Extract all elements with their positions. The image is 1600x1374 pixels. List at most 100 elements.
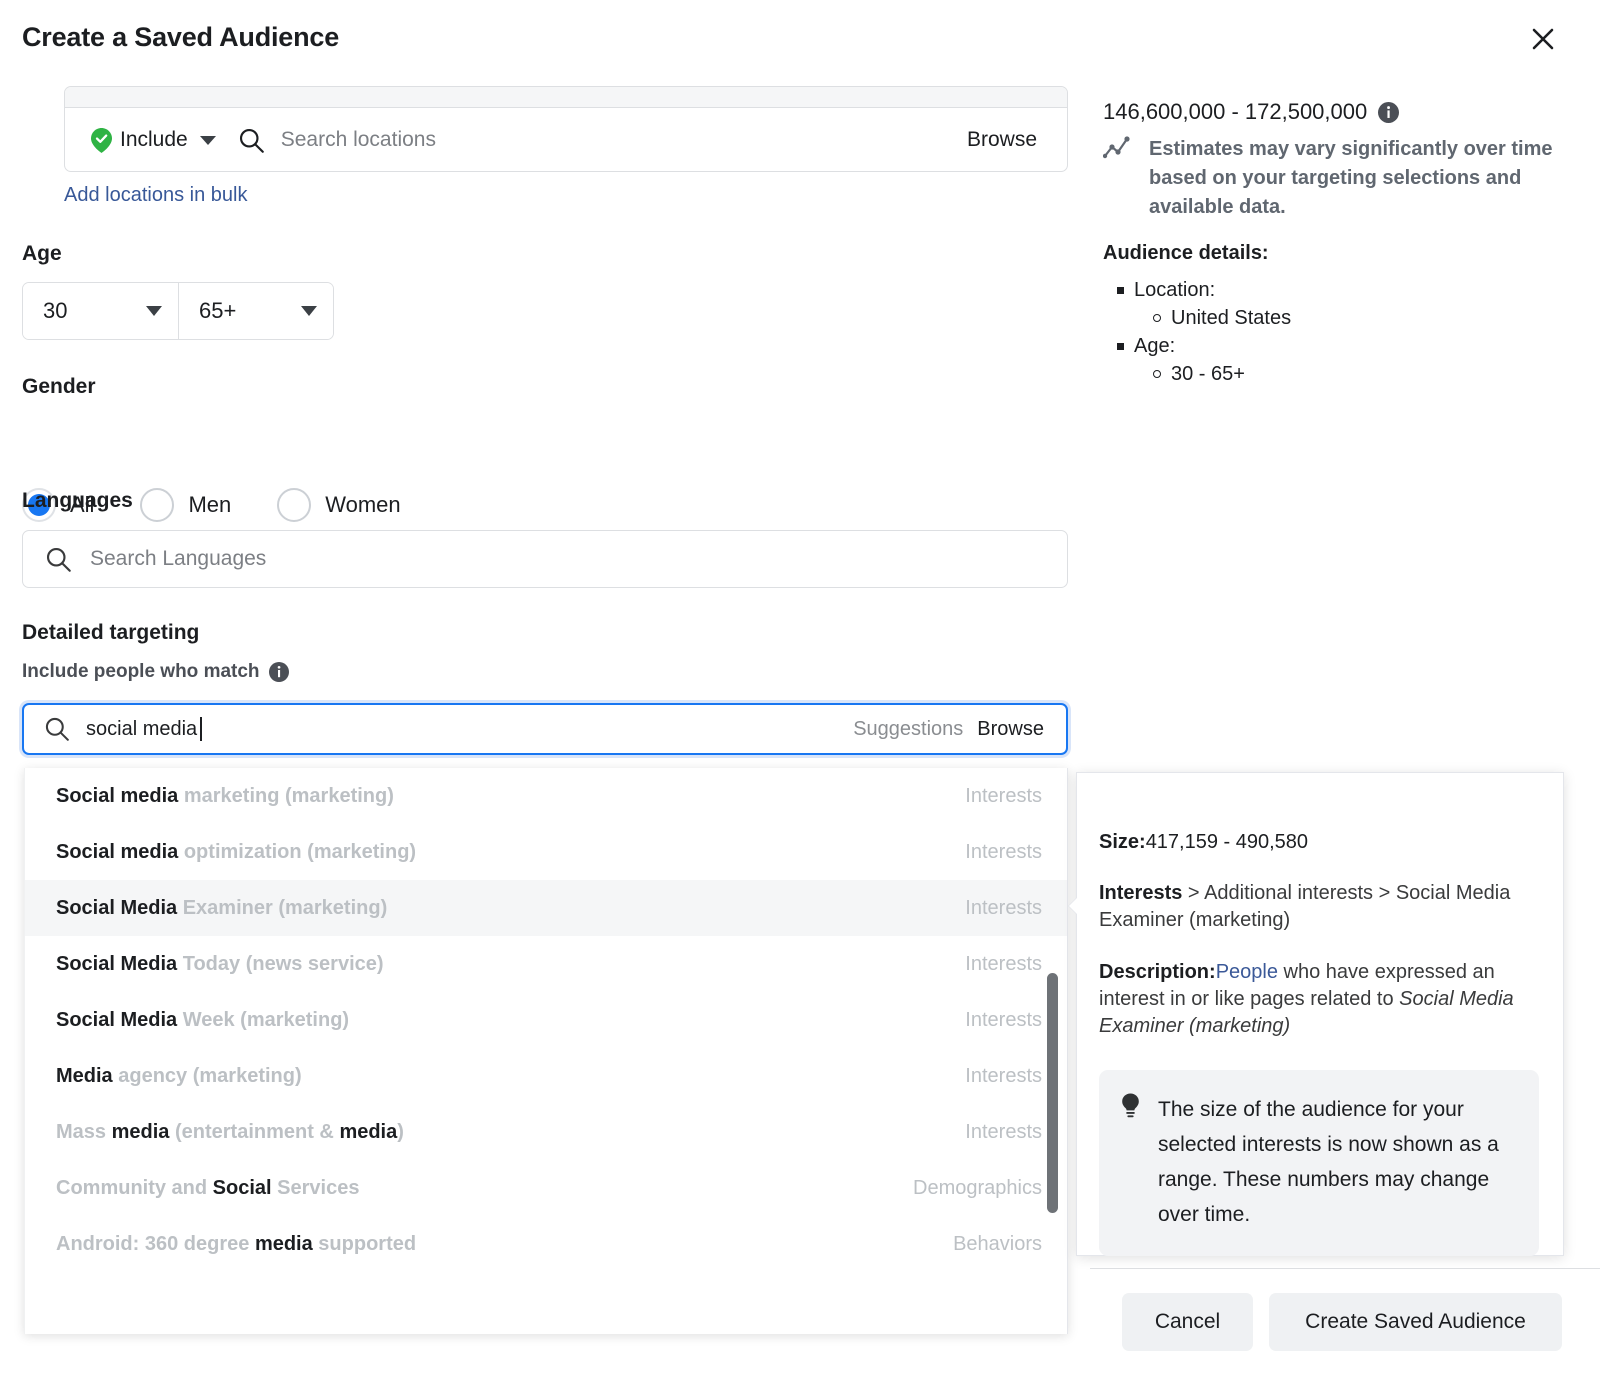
suggestion-category: Interests (965, 1009, 1042, 1032)
location-chips-strip (65, 87, 1067, 108)
tooltip-size-value: 417,159 - 490,580 (1146, 831, 1308, 853)
audience-detail-location-value-row: United States (1153, 304, 1573, 332)
age-min-value: 30 (43, 298, 67, 324)
age-range-group: 30 65+ (22, 282, 334, 340)
add-locations-in-bulk-link[interactable]: Add locations in bulk (64, 184, 247, 207)
bullet-circle-icon (1153, 370, 1161, 378)
tooltip-description-link[interactable]: People (1216, 961, 1278, 983)
info-icon[interactable] (269, 662, 289, 682)
suggestion-label: Social Media Week (marketing) (56, 1009, 965, 1032)
create-saved-audience-modal: Create a Saved Audience Include (0, 0, 1600, 1374)
bullet-square-icon (1117, 287, 1124, 294)
tooltip-tip-text: The size of the audience for your select… (1158, 1092, 1515, 1232)
suggestions-list: Social media marketing (marketing)Intere… (25, 768, 1067, 1272)
detailed-targeting-query-text: social media (86, 718, 197, 741)
suggestion-row[interactable]: Social Media Examiner (marketing)Interes… (25, 880, 1067, 936)
audience-detail-age-value-row: 30 - 65+ (1153, 360, 1573, 388)
bullet-circle-icon (1153, 314, 1161, 322)
suggestion-row[interactable]: Social media optimization (marketing)Int… (25, 824, 1067, 880)
text-cursor (200, 717, 202, 741)
suggestion-label: Social Media Examiner (marketing) (56, 897, 965, 920)
tooltip-caret-icon (1069, 898, 1077, 914)
search-icon (45, 546, 72, 573)
audience-detail-location-label: Location: (1134, 276, 1215, 304)
info-icon[interactable] (1378, 102, 1399, 123)
tooltip-content: Size:417,159 - 490,580 Interests > Addit… (1077, 773, 1563, 1256)
trend-line-icon (1103, 135, 1137, 222)
age-label: Age (22, 242, 62, 266)
include-match-label: Include people who match (22, 661, 260, 683)
suggestions-dropdown: Social media marketing (marketing)Intere… (24, 768, 1068, 1334)
suggestion-label: Social media marketing (marketing) (56, 785, 965, 808)
gender-option-men[interactable]: Men (140, 488, 231, 522)
include-exclude-dropdown[interactable]: Include (91, 128, 216, 153)
suggestion-category: Interests (965, 897, 1042, 920)
suggestion-category: Interests (965, 953, 1042, 976)
suggestion-label: Android: 360 degree media supported (56, 1233, 953, 1256)
bullet-square-icon (1117, 343, 1124, 350)
age-min-select[interactable]: 30 (23, 283, 179, 339)
estimate-note: Estimates may vary significantly over ti… (1103, 135, 1573, 222)
location-browse-button[interactable]: Browse (967, 128, 1037, 152)
gender-label: Gender (22, 375, 96, 399)
audience-size-row: 146,600,000 - 172,500,000 (1103, 99, 1399, 125)
tooltip-size-row: Size:417,159 - 490,580 (1099, 829, 1539, 855)
close-icon[interactable] (1526, 22, 1560, 56)
create-saved-audience-button[interactable]: Create Saved Audience (1269, 1293, 1562, 1351)
age-max-select[interactable]: 65+ (179, 283, 333, 339)
audience-size-value: 146,600,000 - 172,500,000 (1103, 99, 1367, 125)
audience-detail-age-value: 30 - 65+ (1171, 360, 1245, 388)
radio-women[interactable] (277, 488, 311, 522)
chevron-down-icon (301, 306, 317, 316)
audience-details-header: Audience details: (1103, 242, 1269, 265)
tooltip-description-row: Description:People who have expressed an… (1099, 959, 1539, 1040)
suggestion-category: Interests (965, 785, 1042, 808)
audience-detail-age: Age: (1117, 332, 1573, 360)
lightbulb-icon (1119, 1092, 1142, 1232)
dropdown-scrollbar[interactable] (1047, 973, 1058, 1213)
suggestion-category: Interests (965, 1065, 1042, 1088)
suggestion-row[interactable]: Social media marketing (marketing)Intere… (25, 768, 1067, 824)
audience-detail-location-value: United States (1171, 304, 1291, 332)
tooltip-tip-box: The size of the audience for your select… (1099, 1070, 1539, 1256)
detailed-targeting-label: Detailed targeting (22, 621, 199, 645)
gender-option-women[interactable]: Women (277, 488, 400, 522)
languages-placeholder: Search Languages (90, 547, 266, 571)
suggestion-row[interactable]: Mass media (entertainment & media)Intere… (25, 1104, 1067, 1160)
detailed-targeting-query: social media (86, 717, 853, 741)
cancel-button[interactable]: Cancel (1122, 1293, 1253, 1351)
suggestions-button[interactable]: Suggestions (853, 718, 963, 741)
modal-header: Create a Saved Audience (0, 0, 1600, 78)
tooltip-size-label: Size: (1099, 831, 1146, 853)
suggestion-row[interactable]: Media agency (marketing)Interests (25, 1048, 1067, 1104)
include-label: Include (120, 128, 188, 152)
radio-men[interactable] (140, 488, 174, 522)
suggestion-category: Demographics (913, 1177, 1042, 1200)
location-search-input[interactable]: Search locations (281, 128, 967, 152)
modal-footer: Cancel Create Saved Audience (1090, 1269, 1600, 1374)
chevron-down-icon (200, 136, 216, 145)
tooltip-path-root: Interests (1099, 882, 1182, 904)
tooltip-description-label: Description: (1099, 961, 1216, 983)
detailed-targeting-browse-button[interactable]: Browse (977, 718, 1044, 741)
suggestion-label: Mass media (entertainment & media) (56, 1121, 965, 1144)
suggestion-row[interactable]: Community and Social ServicesDemographic… (25, 1160, 1067, 1216)
detailed-targeting-search-input[interactable]: social media Suggestions Browse (22, 703, 1068, 755)
audience-detail-age-label: Age: (1134, 332, 1175, 360)
audience-details-list: Location: United States Age: 30 - 65+ (1103, 276, 1573, 388)
location-pin-check-icon (91, 128, 112, 153)
search-icon (44, 716, 70, 742)
suggestion-category: Interests (965, 841, 1042, 864)
targeting-form: Include Search locations Browse Add loca… (0, 78, 1090, 1374)
gender-option-men-label: Men (188, 492, 231, 518)
suggestion-category: Interests (965, 1121, 1042, 1144)
suggestion-label: Social Media Today (news service) (56, 953, 965, 976)
suggestion-row[interactable]: Social Media Today (news service)Interes… (25, 936, 1067, 992)
languages-search-input[interactable]: Search Languages (22, 530, 1068, 588)
page-title: Create a Saved Audience (22, 22, 339, 53)
suggestion-row[interactable]: Social Media Week (marketing)Interests (25, 992, 1067, 1048)
suggestion-label: Community and Social Services (56, 1177, 913, 1200)
age-max-value: 65+ (199, 298, 236, 324)
suggestion-row[interactable]: Android: 360 degree media supportedBehav… (25, 1216, 1067, 1272)
location-field[interactable]: Include Search locations Browse (64, 86, 1068, 172)
